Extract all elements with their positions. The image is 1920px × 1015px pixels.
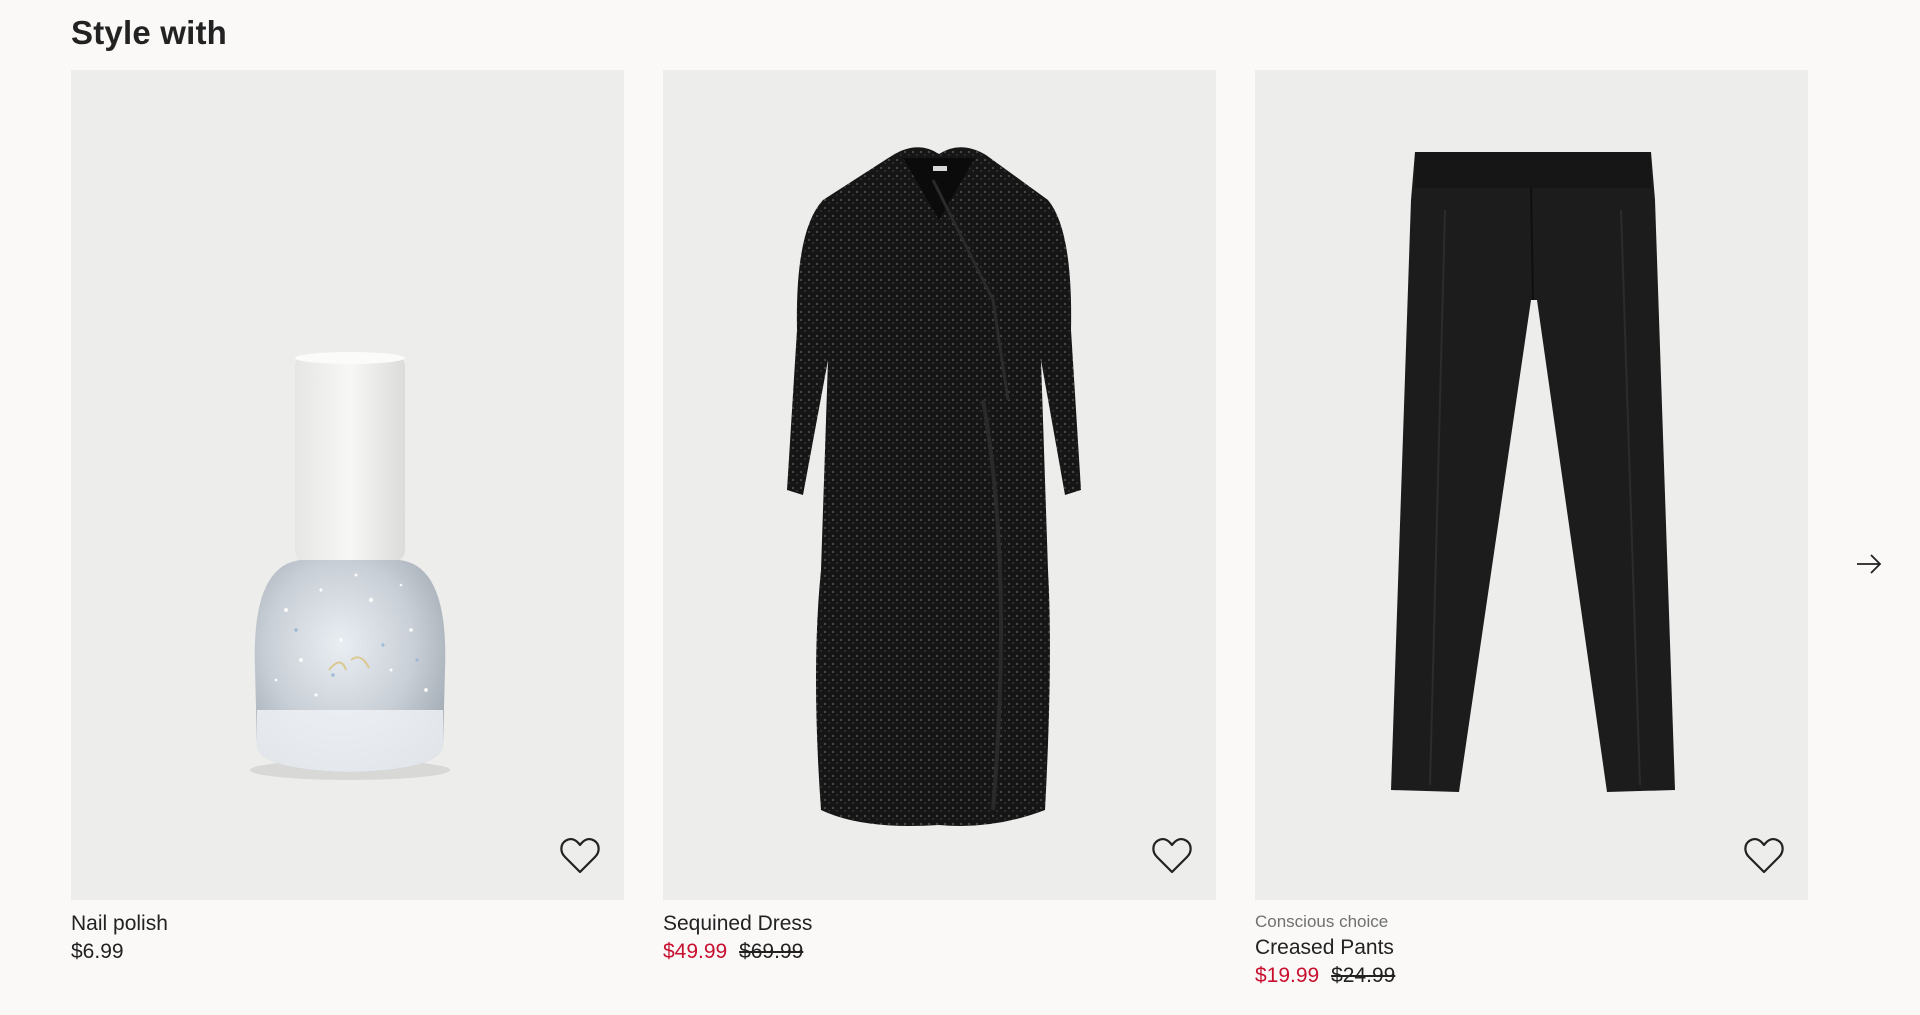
favorite-button[interactable]	[558, 834, 602, 878]
favorite-button[interactable]	[1742, 834, 1786, 878]
sale-price: $19.99	[1255, 964, 1320, 987]
product-price: $49.99 $69.99	[663, 940, 1216, 964]
heart-icon	[1744, 838, 1784, 874]
black-pants-image	[1391, 152, 1675, 792]
product-image[interactable]	[1255, 70, 1808, 900]
product-price: $6.99	[71, 940, 624, 964]
product-name[interactable]: Creased Pants	[1255, 936, 1808, 960]
product-info: Conscious choice Creased Pants $19.99 $2…	[1255, 900, 1808, 988]
product-name[interactable]: Nail polish	[71, 912, 624, 936]
price: $6.99	[71, 940, 124, 963]
product-card-sequined-dress[interactable]: Sequined Dress $49.99 $69.99	[663, 70, 1216, 964]
product-price: $19.99 $24.99	[1255, 964, 1808, 988]
arrow-right-icon	[1857, 554, 1882, 574]
product-name[interactable]: Sequined Dress	[663, 912, 1216, 936]
product-image[interactable]	[71, 70, 624, 900]
product-image[interactable]	[663, 70, 1216, 900]
heart-icon	[1152, 838, 1192, 874]
original-price: $24.99	[1331, 964, 1396, 987]
nail-polish-image	[250, 352, 450, 780]
product-info: Sequined Dress $49.99 $69.99	[663, 900, 1216, 964]
conscious-choice-label: Conscious choice	[1255, 912, 1389, 931]
favorite-button[interactable]	[1150, 834, 1194, 878]
product-card-creased-pants[interactable]: Conscious choice Creased Pants $19.99 $2…	[1255, 70, 1808, 988]
sale-price: $49.99	[663, 940, 728, 963]
sequined-dress-image	[787, 147, 1081, 826]
original-price: $69.99	[739, 940, 804, 963]
product-info: Nail polish $6.99	[71, 900, 624, 964]
heart-icon	[560, 838, 600, 874]
product-carousel: Nail polish $6.99 Sequined Dress $49.99 …	[71, 70, 1841, 1010]
product-card-nail-polish[interactable]: Nail polish $6.99	[71, 70, 624, 964]
carousel-next-button[interactable]	[1853, 548, 1885, 580]
section-title: Style with	[71, 14, 228, 51]
